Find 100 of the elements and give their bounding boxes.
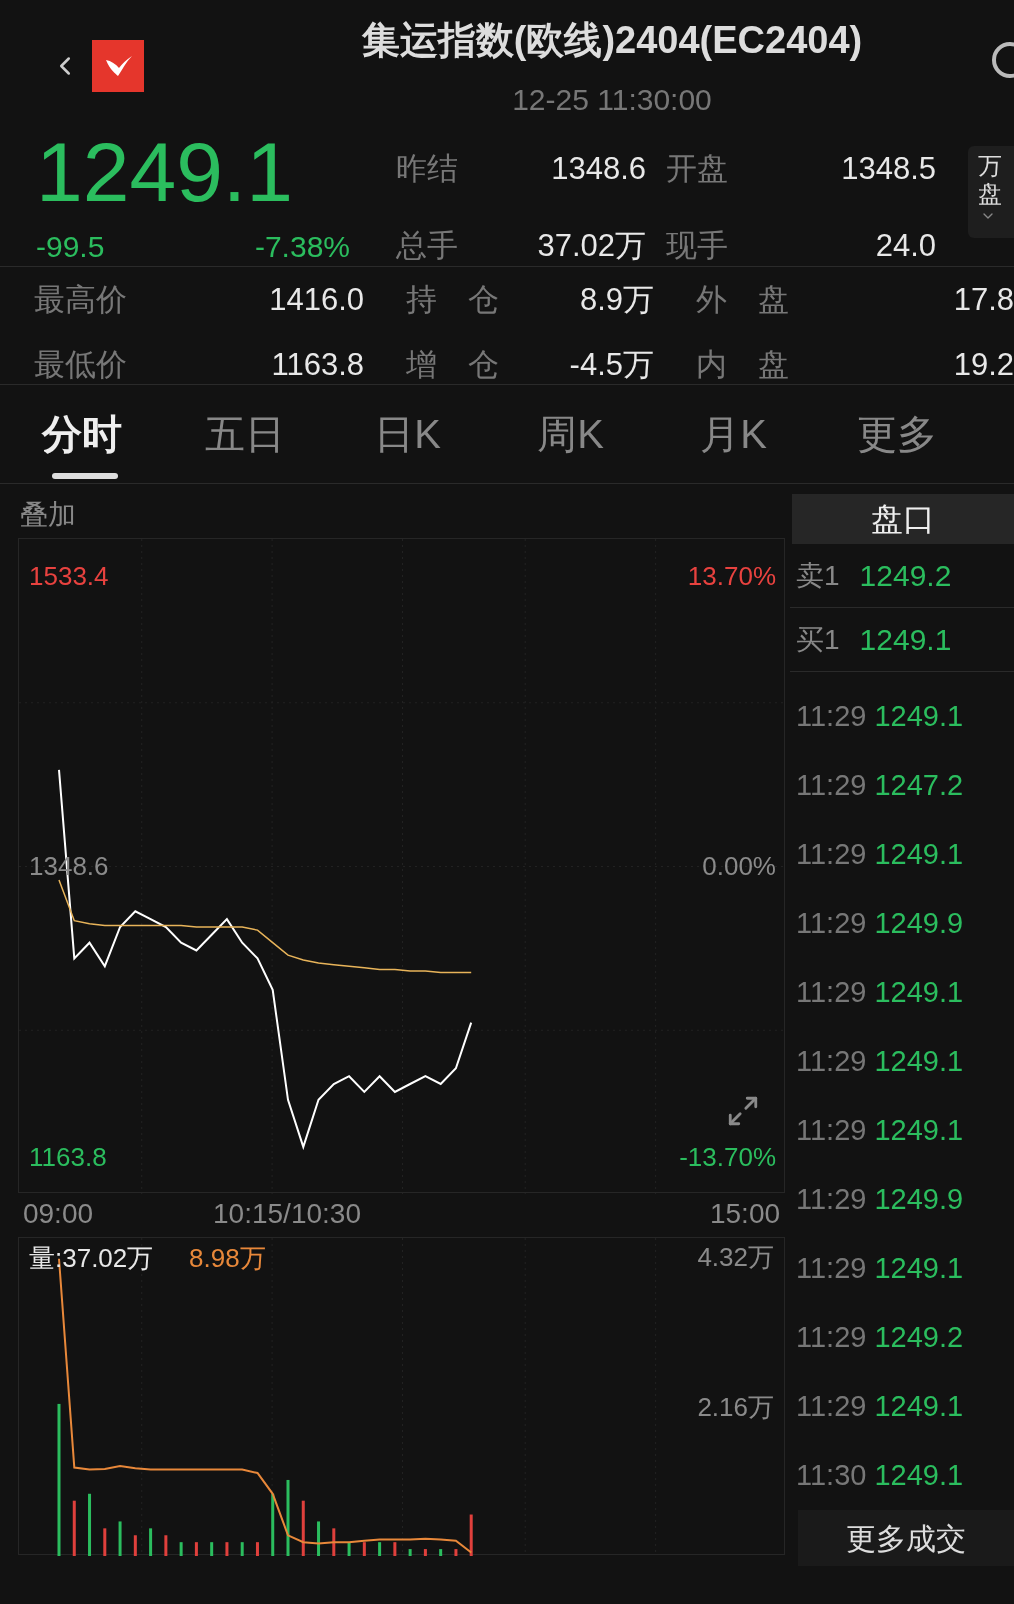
trade-price: 1249.1	[874, 974, 964, 1010]
trade-time: 11:29	[796, 767, 867, 803]
volume-bar	[118, 1521, 122, 1556]
volume-bar	[378, 1542, 382, 1556]
volume-bar	[301, 1500, 305, 1556]
trade-price: 1249.9	[874, 905, 964, 941]
volume-bar	[271, 1493, 275, 1556]
trade-price: 1249.1	[874, 1457, 964, 1493]
volume-bar	[240, 1542, 244, 1556]
stat-value: 24.0	[874, 226, 936, 265]
chart-tab[interactable]: 五日	[163, 385, 326, 483]
order-level-label: 买1	[796, 622, 840, 657]
volume-bar	[469, 1514, 473, 1556]
volume-bar	[133, 1535, 137, 1556]
volume-bar	[454, 1549, 458, 1556]
percent-label: 0.00%	[702, 850, 776, 883]
volume-bar	[423, 1549, 427, 1556]
trade-price: 1247.2	[874, 767, 964, 803]
chart-tab[interactable]: 分时	[0, 385, 163, 483]
app-logo-icon	[92, 40, 144, 92]
order-level-price: 1249.1	[859, 622, 952, 658]
open-interest-label: 8.98万	[189, 1242, 266, 1274]
trade-price: 1249.1	[874, 836, 964, 872]
axis-label: 1163.8	[29, 1140, 107, 1173]
stat-value: 37.02万	[536, 226, 646, 265]
volume-bar	[347, 1542, 351, 1556]
trade-price: 1249.1	[874, 1043, 964, 1079]
trade-price: 1249.1	[874, 698, 964, 734]
order-level-price: 1249.2	[859, 558, 952, 594]
percent-label: 13.70%	[687, 560, 776, 593]
volume-bar	[225, 1542, 229, 1556]
last-price: 1249.1	[36, 128, 294, 216]
volume-bar	[149, 1528, 153, 1556]
stat-label: 最低价	[34, 346, 127, 382]
stat-value: 1348.6	[550, 150, 646, 188]
time-axis-label: 15:00	[709, 1197, 781, 1231]
stat-value: 8.9万	[579, 282, 654, 317]
price-change: -99.5	[36, 229, 105, 265]
volume-bar	[393, 1542, 397, 1556]
volume-bar	[164, 1535, 168, 1556]
volume-bar	[439, 1549, 443, 1556]
trade-price: 1249.1	[874, 1388, 964, 1424]
volume-bar	[88, 1493, 92, 1556]
trade-time: 11:29	[796, 1250, 867, 1286]
trade-price: 1249.1	[874, 1112, 964, 1148]
axis-label: 2.16万	[697, 1390, 774, 1423]
trade-price: 1249.2	[874, 1319, 964, 1355]
trade-price: 1249.9	[874, 1181, 964, 1217]
order-level-label: 卖1	[796, 558, 840, 593]
trade-time: 11:29	[796, 1181, 867, 1217]
trade-time: 11:29	[796, 1043, 867, 1079]
side-tab[interactable]: 万 盘	[968, 146, 1014, 238]
chart-tab[interactable]: 日K	[326, 385, 489, 483]
trade-time: 11:29	[796, 698, 867, 734]
price-change-percent: -7.38%	[254, 229, 350, 265]
axis-label: 1533.4	[29, 560, 109, 593]
trade-time: 11:30	[796, 1457, 867, 1493]
chart-tab[interactable]: 周K	[489, 385, 652, 483]
stat-value: 17.8	[953, 282, 1014, 317]
stat-label: 总手	[396, 226, 459, 265]
stat-label: 持 仓	[406, 282, 499, 317]
tab-underline	[52, 473, 118, 479]
trade-time: 11:29	[796, 836, 867, 872]
stat-label: 增 仓	[406, 346, 499, 382]
trade-time: 11:29	[796, 1388, 867, 1424]
volume-bar	[179, 1542, 183, 1556]
stat-value: 1163.8	[271, 346, 364, 382]
trade-time: 11:29	[796, 1319, 867, 1355]
axis-label: 4.32万	[697, 1241, 774, 1274]
volume-label: 量:37.02万	[29, 1242, 154, 1274]
more-trades-button[interactable]: 更多成交	[798, 1510, 1014, 1566]
stat-label: 开盘	[666, 150, 729, 188]
volume-bar	[194, 1542, 198, 1556]
trade-time: 11:29	[796, 1112, 867, 1148]
stat-label: 内 盘	[696, 346, 789, 382]
expand-icon[interactable]	[726, 1094, 760, 1128]
volume-bar	[210, 1542, 214, 1556]
volume-bar	[332, 1528, 336, 1556]
time-axis-label: 10:15/10:30	[213, 1197, 361, 1231]
stat-value: 1416.0	[269, 282, 364, 317]
chart-tab[interactable]: 月K	[652, 385, 815, 483]
stat-value: 19.2	[953, 346, 1014, 382]
overlay-label: 叠加	[19, 498, 77, 532]
stat-label: 外 盘	[696, 282, 789, 317]
percent-label: -13.70%	[679, 1140, 776, 1173]
trade-time: 11:29	[796, 974, 867, 1010]
volume-bar	[103, 1528, 107, 1556]
stat-label: 现手	[666, 226, 729, 265]
stat-label: 最高价	[34, 282, 127, 317]
volume-bar	[317, 1521, 321, 1556]
volume-bar	[72, 1500, 76, 1556]
stat-value: 1348.5	[840, 150, 936, 188]
trade-time: 11:29	[796, 905, 867, 941]
time-axis-label: 09:00	[22, 1197, 94, 1231]
volume-bar	[408, 1549, 412, 1556]
quote-time: 12-25 11:30:00	[512, 82, 712, 118]
order-book-header: 盘口	[792, 494, 1014, 544]
stat-value: -4.5万	[569, 346, 654, 382]
chart-tab[interactable]: 更多	[815, 385, 978, 483]
trade-price: 1249.1	[874, 1250, 964, 1286]
